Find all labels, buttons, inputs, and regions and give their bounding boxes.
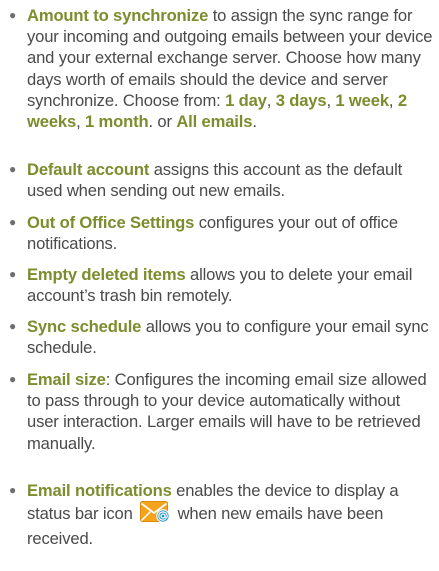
item-term: Email notifications: [27, 481, 172, 500]
option-3-days: 3 days: [275, 90, 327, 110]
list-item-email-notifications: ● Email notifications enables the device…: [9, 480, 434, 550]
list-item-amount-to-synchronize: ● Amount to synchronize to assign the sy…: [9, 6, 433, 132]
option-1-month: 1 month: [85, 112, 149, 132]
list-item-sync-schedule: ● Sync schedule allows you to configure …: [9, 316, 434, 358]
email-notification-icon: [140, 501, 170, 528]
bullet: ●: [9, 267, 17, 281]
item-term: Default account: [27, 160, 150, 179]
item-term: Out of Office Settings: [27, 213, 195, 232]
bullet: ●: [9, 319, 17, 333]
help-document: ● Amount to synchronize to assign the sy…: [0, 0, 439, 571]
bullet: ●: [9, 483, 17, 497]
list-item-out-of-office-settings: ● Out of Office Settings configures your…: [9, 212, 434, 254]
bullet: ●: [9, 215, 17, 229]
option-1-day: 1 day: [225, 90, 267, 110]
item-term: Empty deleted items: [27, 265, 186, 284]
bullet: ●: [9, 372, 17, 386]
item-term: Email size: [27, 370, 106, 389]
list-item-empty-deleted-items: ● Empty deleted items allows you to dele…: [9, 264, 434, 306]
item-term: Sync schedule: [27, 317, 142, 336]
list-item-default-account: ● Default account assigns this account a…: [9, 159, 434, 201]
item-term: Amount to synchronize: [27, 6, 209, 25]
option-1-week: 1 week: [335, 90, 389, 110]
option-all-emails: All emails: [176, 112, 253, 132]
bullet: ●: [9, 162, 17, 176]
list-item-email-size: ● Email size: Configures the incoming em…: [9, 369, 434, 454]
bullet: ●: [9, 8, 17, 22]
